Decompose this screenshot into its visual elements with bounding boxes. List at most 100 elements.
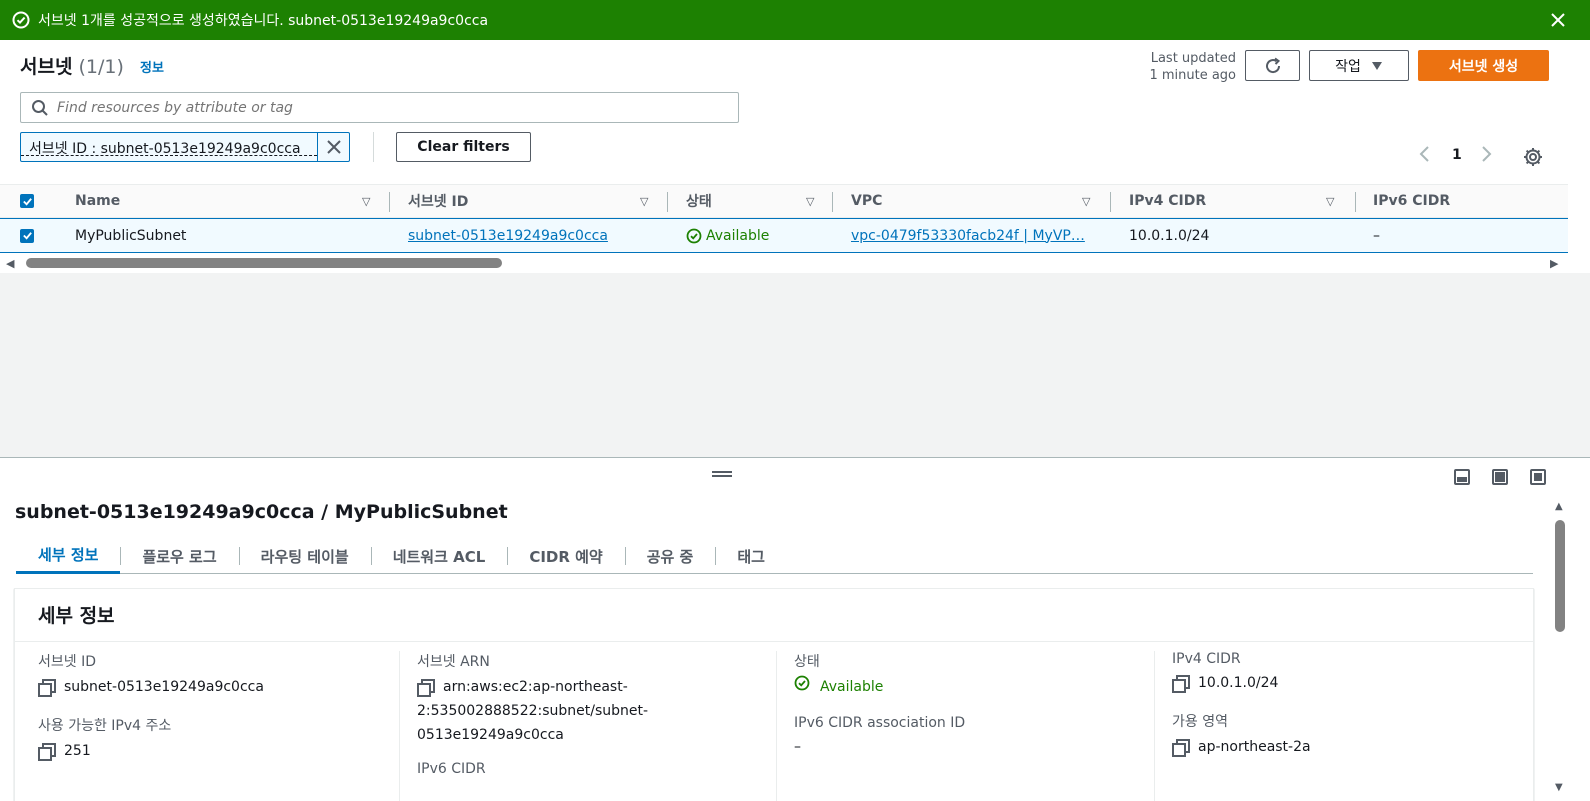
sort-icon: ▽ xyxy=(1326,194,1335,208)
resize-handle[interactable] xyxy=(712,471,732,477)
tab-route-table[interactable]: 라우팅 테이블 xyxy=(238,538,371,574)
details-title: subnet-0513e19249a9c0cca / MyPublicSubne… xyxy=(15,501,508,523)
panel-fullscreen-icon[interactable] xyxy=(1530,469,1546,485)
cell-status: Available xyxy=(686,219,769,252)
field-value: 251 xyxy=(38,739,398,763)
table-header: Name ▽ 서브넷 ID ▽ 상태 ▽ VPC ▽ IPv4 CIDR ▽ IPv6 C… xyxy=(0,184,1568,218)
scroll-down-icon[interactable]: ▼ xyxy=(1555,782,1563,793)
cell-name: MyPublicSubnet xyxy=(75,227,187,244)
selection-count: (1/1) xyxy=(78,56,124,78)
column-header-vpc[interactable]: VPC ▽ xyxy=(851,185,1101,217)
search-icon xyxy=(32,99,48,116)
column-header-name[interactable]: Name ▽ xyxy=(75,185,375,217)
actions-dropdown-button[interactable]: 작업 xyxy=(1309,50,1409,81)
check-icon xyxy=(22,232,32,240)
field-value: 2:535002888522:subnet/subnet- xyxy=(417,703,649,719)
column-resizer[interactable] xyxy=(1355,192,1356,212)
last-updated: Last updated 1 minute ago xyxy=(1149,51,1236,83)
details-split-panel: subnet-0513e19249a9c0cca / MyPublicSubne… xyxy=(0,457,1590,801)
field-value: – xyxy=(794,739,801,755)
copy-icon[interactable] xyxy=(1172,739,1190,757)
success-flash-banner: 서브넷 1개를 성공적으로 생성하였습니다. subnet-0513e19249… xyxy=(0,0,1590,40)
scroll-left-icon[interactable]: ◀ xyxy=(6,257,14,270)
check-circle-icon xyxy=(12,11,30,29)
filter-token: 서브넷 ID : subnet-0513e19249a9c0cca xyxy=(20,132,350,162)
column-resizer[interactable] xyxy=(667,192,668,212)
field-label: IPv4 CIDR xyxy=(1172,651,1241,667)
field-label: IPv6 CIDR association ID xyxy=(794,715,966,731)
check-circle-icon xyxy=(686,228,702,243)
details-column-4: IPv4 CIDR 10.0.1.0/24 가용 영역 ap-northeast… xyxy=(1154,651,1524,801)
field-label: 서브넷 ID xyxy=(38,654,96,670)
details-tabs: 세부 정보 플로우 로그 라우팅 테이블 네트워크 ACL CIDR 예약 공유… xyxy=(16,538,1533,574)
tab-cidr-reservations[interactable]: CIDR 예약 xyxy=(507,538,624,574)
scroll-right-icon[interactable]: ▶ xyxy=(1550,257,1558,270)
column-header-status[interactable]: 상태 ▽ xyxy=(686,185,826,217)
vpc-link[interactable]: vpc-0479f53330facb24f | MyVP… xyxy=(851,219,1085,252)
tab-flow-logs[interactable]: 플로우 로그 xyxy=(120,538,238,574)
search-input[interactable] xyxy=(57,99,697,116)
details-card: 세부 정보 서브넷 ID subnet-0513e19249a9c0cca 사용… xyxy=(14,588,1534,801)
details-column-3: 상태 Available IPv6 CIDR association ID – xyxy=(776,651,1154,801)
cell-ipv6-cidr: – xyxy=(1373,227,1380,244)
field-label: 서브넷 ARN xyxy=(417,654,490,670)
gear-icon[interactable] xyxy=(1522,146,1544,168)
remove-filter-button[interactable] xyxy=(317,133,349,161)
scrollbar-thumb[interactable] xyxy=(26,258,502,268)
search-bar xyxy=(20,92,739,123)
field-value: ap-northeast-2a xyxy=(1172,735,1524,759)
sort-icon: ▽ xyxy=(362,194,371,208)
column-resizer[interactable] xyxy=(1110,192,1111,212)
create-subnet-button[interactable]: 서브넷 생성 xyxy=(1418,50,1549,81)
divider xyxy=(373,132,374,162)
copy-icon[interactable] xyxy=(417,679,435,697)
copy-icon[interactable] xyxy=(38,679,56,697)
scrollbar-thumb[interactable] xyxy=(1555,520,1565,632)
select-all-checkbox[interactable] xyxy=(20,185,34,217)
tab-network-acl[interactable]: 네트워크 ACL xyxy=(370,538,508,574)
field-label: 가용 영역 xyxy=(1172,714,1228,730)
panel-side-icon[interactable] xyxy=(1492,469,1508,485)
panel-bottom-icon[interactable] xyxy=(1454,469,1470,485)
field-label: IPv6 CIDR xyxy=(417,761,486,777)
chevron-left-icon xyxy=(1419,146,1429,162)
cell-ipv4-cidr: 10.0.1.0/24 xyxy=(1129,227,1210,244)
horizontal-scrollbar[interactable]: ◀ ▶ xyxy=(0,254,1568,272)
copy-icon[interactable] xyxy=(1172,675,1190,693)
row-checkbox[interactable] xyxy=(20,219,34,252)
vertical-scrollbar[interactable]: ▲ ▼ xyxy=(1553,498,1567,795)
page-number-button[interactable]: 1 xyxy=(1452,147,1462,163)
field-value: 10.0.1.0/24 xyxy=(1172,671,1524,695)
close-icon[interactable] xyxy=(1548,10,1568,30)
column-resizer[interactable] xyxy=(389,192,390,212)
scroll-up-icon[interactable]: ▲ xyxy=(1555,501,1563,512)
clear-filters-button[interactable]: Clear filters xyxy=(396,132,531,162)
section-title: 세부 정보 xyxy=(15,589,1533,642)
column-header-subnet-id[interactable]: 서브넷 ID ▽ xyxy=(408,185,658,217)
column-resizer[interactable] xyxy=(832,192,833,212)
filter-token-label[interactable]: 서브넷 ID : subnet-0513e19249a9c0cca xyxy=(21,133,317,156)
copy-icon[interactable] xyxy=(38,743,56,761)
tab-sharing[interactable]: 공유 중 xyxy=(624,538,716,574)
info-link[interactable]: 정보 xyxy=(140,57,164,76)
page-title: 서브넷 (1/1) xyxy=(20,56,124,78)
caret-down-icon xyxy=(1371,61,1382,70)
check-circle-icon xyxy=(794,675,810,691)
refresh-button[interactable] xyxy=(1245,50,1300,81)
field-value: subnet-0513e19249a9c0cca xyxy=(38,675,398,699)
table-row[interactable]: MyPublicSubnet subnet-0513e19249a9c0cca … xyxy=(0,218,1568,253)
chevron-right-icon xyxy=(1482,146,1492,162)
previous-page-button[interactable] xyxy=(1418,145,1430,168)
close-icon xyxy=(326,140,341,154)
column-header-ipv6-cidr[interactable]: IPv6 CIDR xyxy=(1373,185,1450,217)
flash-message: 서브넷 1개를 성공적으로 생성하였습니다. subnet-0513e19249… xyxy=(38,13,489,29)
refresh-icon xyxy=(1265,57,1280,73)
column-header-ipv4-cidr[interactable]: IPv4 CIDR ▽ xyxy=(1129,185,1344,217)
sort-icon: ▽ xyxy=(806,194,815,208)
tab-tags[interactable]: 태그 xyxy=(715,538,787,574)
subnet-id-link[interactable]: subnet-0513e19249a9c0cca xyxy=(408,219,608,252)
sort-icon: ▽ xyxy=(640,194,649,208)
tab-details[interactable]: 세부 정보 xyxy=(16,538,121,574)
next-page-button[interactable] xyxy=(1481,145,1493,168)
field-value: arn:aws:ec2:ap-northeast- xyxy=(417,675,777,699)
